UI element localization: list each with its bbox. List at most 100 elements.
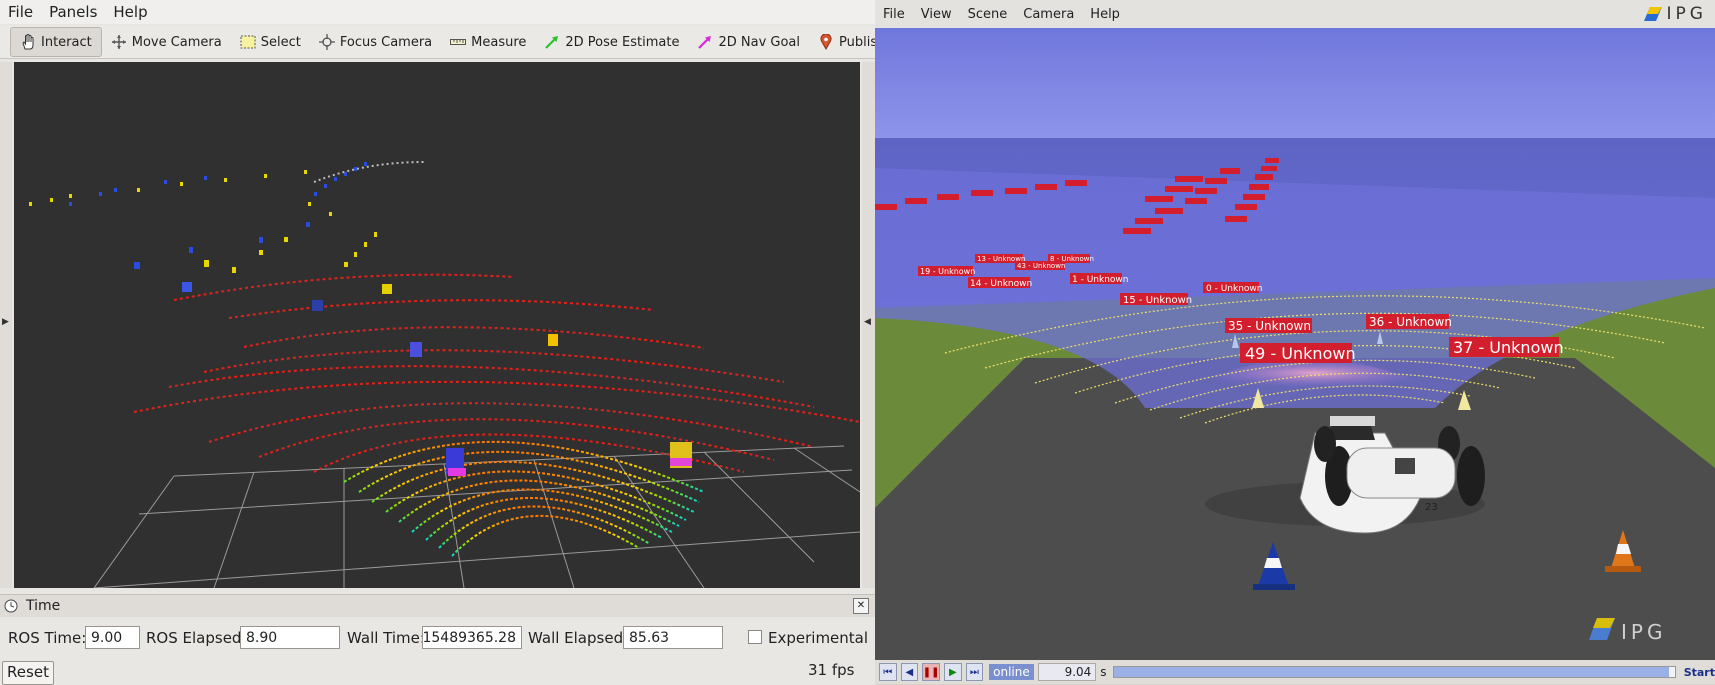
green-arrow-icon <box>544 34 560 50</box>
close-icon[interactable]: ✕ <box>853 598 869 614</box>
lidar-cone-dots-blue <box>69 162 367 269</box>
cone-label-text: 37 - Unknown <box>1453 338 1564 357</box>
time-panel-title: Time <box>26 598 61 614</box>
tool-label: Interact <box>41 34 92 50</box>
cone-label-14: 14 - Unknown <box>968 277 1032 289</box>
cone-label-35: 35 - Unknown <box>1225 318 1312 333</box>
progress-track[interactable] <box>1112 666 1676 678</box>
wall-elapsed-label: Wall Elapsed: <box>528 629 629 647</box>
ipg-movie-window: File View Scene Camera Help IPG 49 - Unk… <box>875 0 1715 684</box>
rviz-menubar: File Panels Help <box>0 0 875 24</box>
status-badge: online <box>989 664 1034 680</box>
ipg-logo-icon <box>1643 7 1662 21</box>
cone-label-text: 43 - Unknown <box>1017 262 1065 270</box>
wall-time-label: Wall Time: <box>347 629 425 647</box>
skip-end-icon[interactable]: ⏭ <box>965 663 984 681</box>
cone-label-49: 49 - Unknown <box>1240 343 1356 363</box>
cone-label-15: 15 - Unknown <box>1120 293 1192 306</box>
menu-help[interactable]: Help <box>105 3 155 21</box>
tool-select[interactable]: Select <box>231 28 310 56</box>
sim-time-field: 9.04 <box>1037 663 1097 681</box>
expand-left-icon: ▶ <box>2 317 9 327</box>
tool-label: Focus Camera <box>339 34 433 50</box>
ros-time-label: ROS Time: <box>8 629 87 647</box>
cone-label-text: 15 - Unknown <box>1123 295 1192 306</box>
ground-grid <box>93 445 860 588</box>
tool-2d-pose-estimate[interactable]: 2D Pose Estimate <box>535 28 688 56</box>
experimental-label: Experimental <box>768 629 869 647</box>
focus-camera-icon <box>318 34 335 50</box>
ipg-watermark-text: IPG <box>1621 620 1666 644</box>
cone-label-text: 1 - Unknown <box>1072 275 1128 285</box>
time-panel: Time ✕ ROS Time: 9.00 ROS Elapsed: 8.90 … <box>0 594 875 685</box>
rviz-toolbar: Interact Move Camera Select Focus Camera… <box>0 26 948 59</box>
tool-2d-nav-goal[interactable]: 2D Nav Goal <box>688 28 809 56</box>
menu-help[interactable]: Help <box>1082 7 1128 22</box>
menu-file[interactable]: File <box>0 3 41 21</box>
cone-label-37: 37 - Unknown <box>1449 337 1564 357</box>
ruler-icon <box>450 34 467 50</box>
pause-icon[interactable]: ❚❚ <box>922 663 941 681</box>
menu-panels[interactable]: Panels <box>41 3 105 21</box>
menu-camera[interactable]: Camera <box>1015 7 1082 22</box>
tool-label: Move Camera <box>131 34 222 50</box>
lidar-horizon-dots <box>313 161 425 183</box>
experimental-checkbox[interactable] <box>748 630 762 644</box>
time-panel-header: Time ✕ <box>0 595 875 617</box>
wall-elapsed-field[interactable]: 85.63 <box>623 626 723 649</box>
skip-start-icon[interactable]: ⏮ <box>879 663 897 681</box>
ros-elapsed-label: ROS Elapsed: <box>146 629 247 647</box>
cone-label-1: 1 - Unknown <box>1070 273 1128 285</box>
step-back-icon[interactable]: ◀ <box>900 663 919 681</box>
sky <box>875 28 1715 138</box>
cone-label-text: 0 - Unknown <box>1206 284 1262 294</box>
cone-label-36: 36 - Unknown <box>1366 314 1452 329</box>
car-number: 23 <box>1425 502 1438 513</box>
cone-returns <box>182 282 692 476</box>
lidar-near-rings <box>343 440 705 557</box>
tool-focus-camera[interactable]: Focus Camera <box>310 28 441 56</box>
tool-label: 2D Nav Goal <box>718 34 801 50</box>
clock-icon <box>4 599 18 613</box>
menu-view[interactable]: View <box>913 7 960 22</box>
menu-scene[interactable]: Scene <box>960 7 1016 22</box>
cone-label-text: 49 - Unknown <box>1245 344 1356 363</box>
cone-label-text: 19 - Unknown <box>920 267 975 276</box>
cone-label-13: 13 - Unknown <box>975 254 1025 263</box>
ipg-logo: IPG <box>1642 4 1707 24</box>
hand-icon <box>20 34 36 50</box>
cone-label-text: 35 - Unknown <box>1228 319 1311 333</box>
tool-measure[interactable]: Measure <box>441 28 535 56</box>
cone-label-0: 0 - Unknown <box>1203 282 1262 294</box>
pointcloud-render <box>29 161 860 588</box>
ros-time-field[interactable]: 9.00 <box>85 626 140 649</box>
ipg-menubar: File View Scene Camera Help IPG <box>875 0 1715 28</box>
start-button[interactable]: Start <box>1684 666 1715 679</box>
wall-time-field[interactable]: 515489365.28 <box>422 626 522 649</box>
right-dock-handle[interactable]: ◀ <box>862 62 875 588</box>
ipg-logo-text: IPG <box>1666 4 1707 24</box>
sim-time-unit: s <box>1100 665 1107 679</box>
cone-label-text: 14 - Unknown <box>970 279 1032 289</box>
ipg-3d-view[interactable]: 49 - Unknown 37 - Unknown 35 - Unknown 3… <box>875 28 1715 660</box>
ros-elapsed-field[interactable]: 8.90 <box>240 626 340 649</box>
play-icon[interactable]: ▶ <box>944 663 962 681</box>
left-dock-handle[interactable]: ▶ <box>0 62 12 588</box>
scene-render: 49 - Unknown 37 - Unknown 35 - Unknown 3… <box>875 28 1715 660</box>
rviz-3d-view[interactable] <box>14 62 860 588</box>
tool-move-camera[interactable]: Move Camera <box>102 28 231 56</box>
cone-label-8: 8 - Unknown <box>1048 254 1094 263</box>
reset-button[interactable]: Reset <box>2 661 54 685</box>
expand-right-icon: ◀ <box>864 317 871 327</box>
tool-label: 2D Pose Estimate <box>565 34 680 50</box>
progress-fill <box>1113 667 1670 677</box>
menu-file[interactable]: File <box>875 7 913 22</box>
cone-label-text: 8 - Unknown <box>1050 255 1094 263</box>
magenta-arrow-icon <box>697 34 713 50</box>
tool-interact[interactable]: Interact <box>10 27 102 57</box>
select-box-icon <box>240 34 256 50</box>
move-camera-icon <box>111 34 127 50</box>
cone-label-text: 13 - Unknown <box>977 255 1025 263</box>
cone-label-text: 36 - Unknown <box>1369 315 1452 329</box>
tool-label: Measure <box>471 34 527 50</box>
